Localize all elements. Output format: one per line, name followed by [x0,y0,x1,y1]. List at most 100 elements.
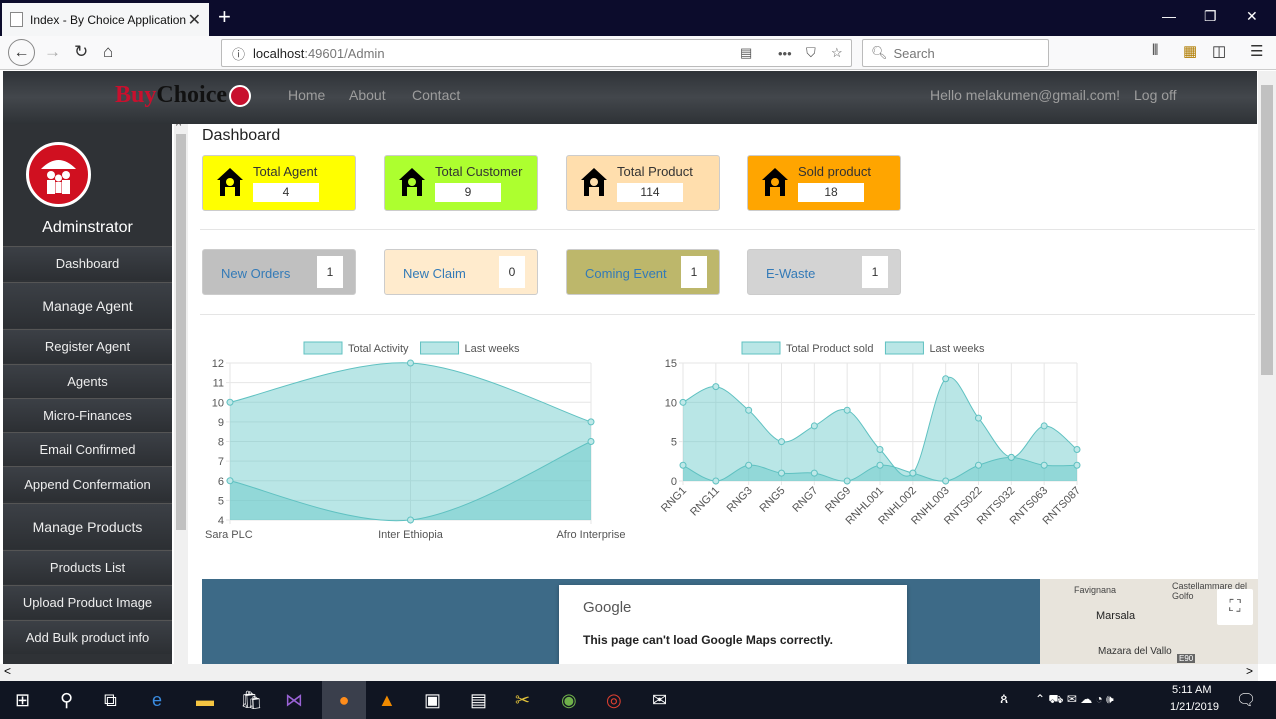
stat-card-label: Total Customer [435,164,523,179]
edge-icon[interactable]: e [152,690,162,711]
data-point [975,414,982,422]
notification-icon[interactable]: 🗨︎ [1236,690,1256,710]
data-point [942,375,950,383]
back-icon[interactable]: ← [8,39,35,66]
restore-icon[interactable]: ❐ [1204,8,1217,25]
summary-pill[interactable]: Coming Event 1 [566,249,720,295]
summary-pill[interactable]: New Claim 0 [384,249,538,295]
sidebar-scroll-thumb[interactable] [176,134,186,530]
fullscreen-icon[interactable]: ⛶ [1217,589,1253,625]
people-icon[interactable]: ጰ [1000,690,1008,707]
tools-icon[interactable]: ✂ [515,690,530,711]
new-tab-icon[interactable]: + [218,4,231,30]
scroll-up-icon[interactable]: ^ [176,120,181,132]
pocket-icon[interactable]: ⛉ [806,45,816,61]
close-window-icon[interactable]: ✕ [1246,8,1258,25]
data-point [778,438,785,446]
home-icon[interactable]: ⌂ [103,42,113,62]
summary-pill[interactable]: E-Waste 1 [747,249,901,295]
bookmark-star-icon[interactable]: ☆ [831,45,843,61]
sidebar-item-micro-finances[interactable]: Micro-Finances [3,398,172,432]
page-scroll-thumb[interactable] [1261,85,1273,375]
clock-date[interactable]: 1/21/2019 [1170,701,1219,713]
site-logo[interactable]: BuyChoice [115,82,252,109]
vlc-icon[interactable]: ▲ [378,690,396,711]
sidebar-item-register-agent[interactable]: Register Agent [3,329,172,363]
sidebar-item-manage-products[interactable]: Manage Products [3,503,172,549]
google-logo: Google [583,599,632,616]
library-icon[interactable]: ⫴ [1152,42,1158,59]
url-bar[interactable]: ⓘ localhost:49601/Admin ▤ ••• ⛉ ☆ [221,39,852,67]
y-tick-label: 8 [218,437,224,449]
horizontal-scrollbar[interactable]: < > [0,664,1258,681]
y-tick-label: 7 [218,456,224,468]
sidebar-item-append-confermation[interactable]: Append Confermation [3,466,172,501]
sidebar-item-products-list[interactable]: Products List [3,550,172,584]
summary-pill-label[interactable]: New Orders [221,266,290,281]
summary-pill[interactable]: New Orders 1 [202,249,356,295]
data-point [745,406,753,414]
browser-tab-bar: Index - By Choice Application ✕ + — ❐ ✕ [0,0,1276,36]
visual-studio-icon[interactable]: ⋈ [285,690,303,711]
android-icon[interactable]: ◉ [561,690,577,711]
app-icon[interactable]: ▤ [470,690,487,711]
summary-pill-label[interactable]: E-Waste [766,266,815,281]
search-icon[interactable]: ⚲ [60,690,73,711]
info-icon[interactable]: ⓘ [232,44,245,63]
sidebar-item-dashboard[interactable]: Dashboard [3,246,172,280]
chrome-icon[interactable]: ◎ [606,690,622,711]
task-view-icon[interactable]: ⧉ [104,690,117,711]
scroll-left-icon[interactable]: < [4,664,11,678]
menu-icon[interactable]: ☰ [1250,42,1263,60]
stat-card[interactable]: Total Customer 9 [384,155,538,211]
minimize-icon[interactable]: — [1162,8,1176,24]
firefox-icon[interactable]: ● [322,681,366,719]
nav-home[interactable]: Home [288,87,325,103]
forward-icon[interactable]: → [44,42,61,62]
summary-pill-label[interactable]: New Claim [403,266,466,281]
data-point [1040,422,1048,430]
tray-icons[interactable]: ⌃ ⛟ ✉ ☁ ◔ 🕪︎ [1035,692,1114,708]
clock-time[interactable]: 5:11 AM [1172,684,1212,696]
sidebar-item-upload-product-image[interactable]: Upload Product Image [3,585,172,619]
sidebar-item-add-bulk-product-info[interactable]: Add Bulk product info [3,620,172,654]
x-tick-label: Afro Interprise [556,529,625,541]
scroll-right-icon[interactable]: > [1246,664,1253,678]
browser-tab[interactable]: Index - By Choice Application ✕ [2,3,209,36]
sidebar-title: Adminstrator [42,219,133,236]
windows-start-icon[interactable]: ⊞ [15,690,30,711]
media-icon[interactable]: ▣ [424,690,441,711]
data-point [975,461,982,469]
data-point [679,398,687,406]
stat-card-label: Total Product [617,164,693,179]
sidebar-item-agents[interactable]: Agents [3,364,172,398]
stat-card[interactable]: Total Agent 4 [202,155,356,211]
user-greeting[interactable]: Hello melakumen@gmail.com! [930,87,1120,103]
y-tick-label: 0 [671,476,677,488]
mail-icon[interactable]: ✉ [652,690,667,711]
data-point [876,446,884,454]
close-tab-icon[interactable]: ✕ [188,10,201,30]
stat-card[interactable]: Sold product 18 [747,155,901,211]
search-input[interactable]: 🔍︎ Search [862,39,1049,67]
logoff-link[interactable]: Log off [1134,87,1177,103]
more-actions-icon[interactable]: ••• [778,46,792,61]
sidebar-item-manage-agent[interactable]: Manage Agent [3,282,172,328]
extension-icon[interactable]: ▦ [1183,42,1197,60]
reload-icon[interactable]: ↻ [74,42,88,62]
data-point [587,418,595,426]
nav-about[interactable]: About [349,87,386,103]
page-icon [10,12,23,27]
sidebar-item-email-confirmed[interactable]: Email Confirmed [3,432,172,466]
file-explorer-icon[interactable]: ▬ [196,690,214,711]
sidebar-toggle-icon[interactable]: ◫ [1212,42,1226,60]
stat-card[interactable]: Total Product 114 [566,155,720,211]
nav-contact[interactable]: Contact [412,87,460,103]
data-point [226,398,234,406]
y-tick-label: 9 [218,417,224,429]
store-icon[interactable]: 🛍︎ [240,690,263,711]
data-point [843,477,851,485]
summary-pill-label[interactable]: Coming Event [585,266,667,281]
sidebar: Adminstrator Dashboard Manage Agent Regi… [3,124,172,664]
reader-view-icon[interactable]: ▤ [740,45,752,61]
